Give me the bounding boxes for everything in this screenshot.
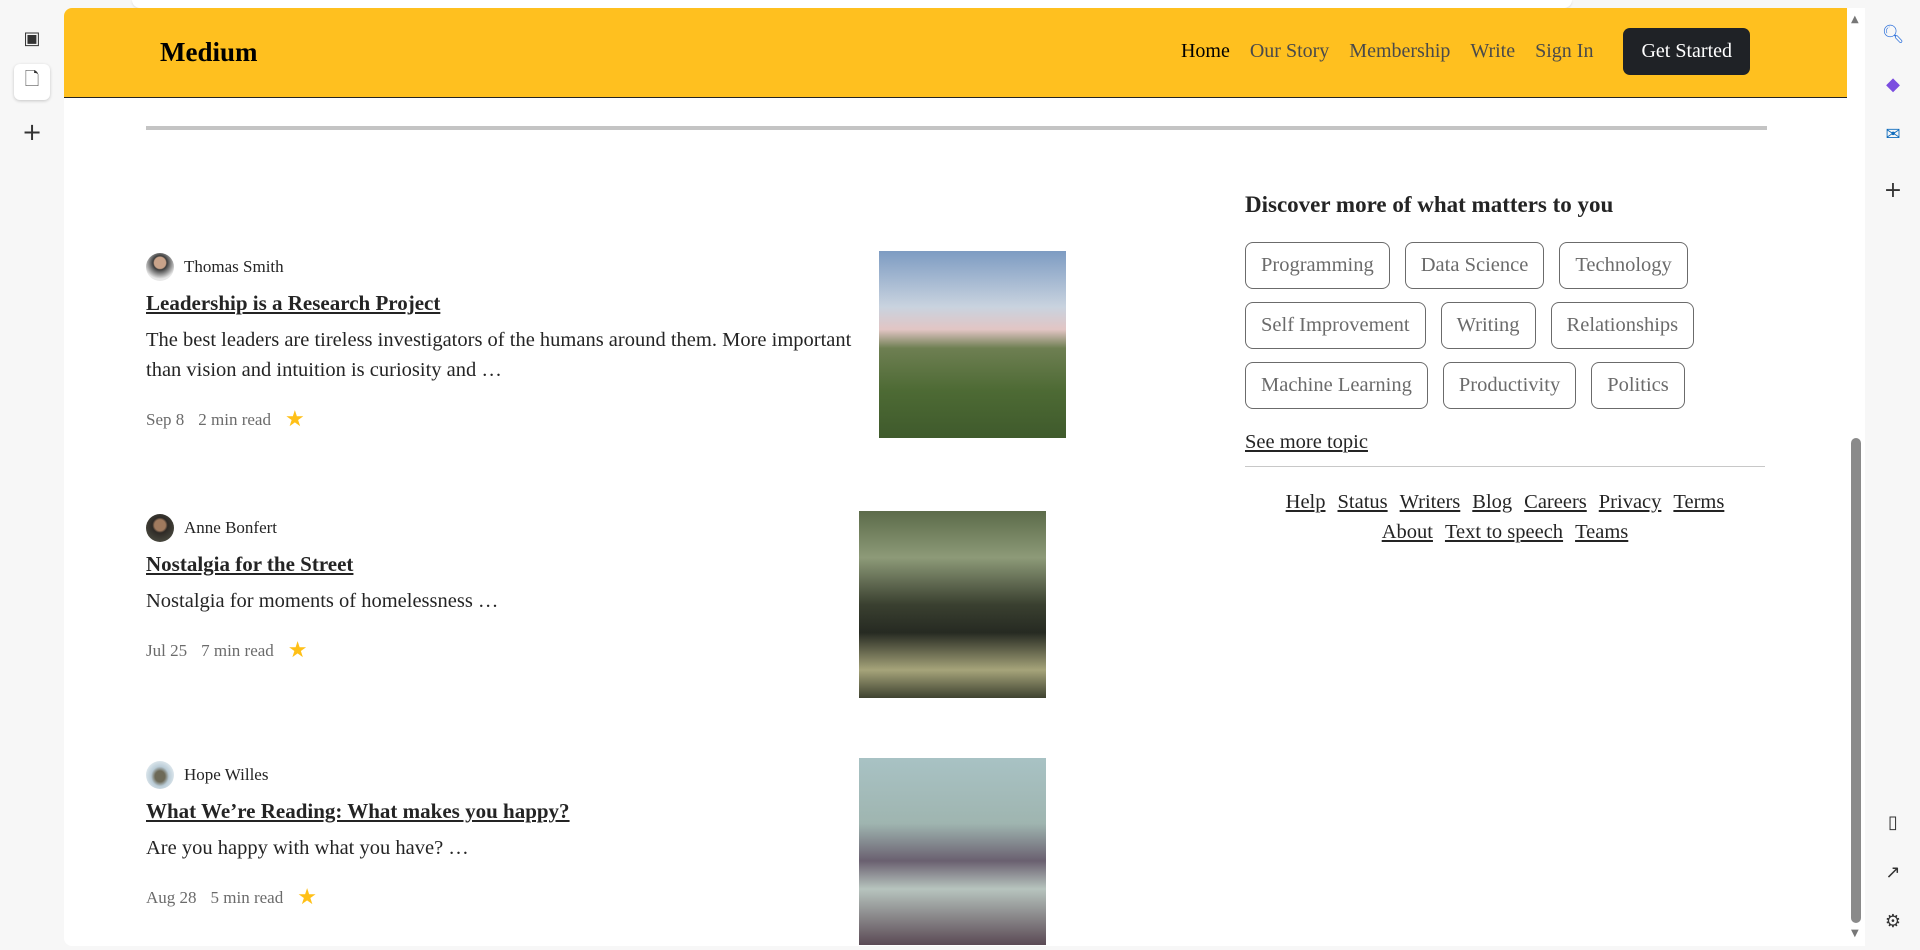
footer-links: Help Status Writers Blog Careers Privacy Terms… <box>1245 487 1765 547</box>
web-page: Medium Home Our Story Membership Write S… <box>64 8 1847 946</box>
article-item: Thomas Smith Leadership is a Research Pr… <box>146 253 866 432</box>
browser-right-sidebar: 🔍︎ ◆ ✉ + ▯ ↗ ⚙ <box>1866 0 1920 950</box>
article-description: Are you happy with what you have? … <box>146 837 469 859</box>
external-link-icon[interactable]: ↗ <box>1875 854 1911 890</box>
nav-home[interactable]: Home <box>1181 40 1230 63</box>
star-icon: ★ <box>297 885 317 910</box>
search-icon[interactable]: 🔍︎ <box>1875 16 1911 52</box>
article-item: Hope Willes What We’re Reading: What mak… <box>146 761 866 910</box>
scrollbar-thumb[interactable] <box>1851 438 1861 923</box>
topic-list: Programming Data Science Technology Self… <box>1245 242 1765 409</box>
outlook-icon[interactable]: ✉ <box>1875 116 1911 152</box>
article-date: Jul 25 <box>146 640 188 660</box>
article-title[interactable]: Nostalgia for the Street <box>146 552 866 577</box>
medium-logo[interactable]: Medium <box>160 37 258 68</box>
author-name[interactable]: Thomas Smith <box>184 257 284 277</box>
divider <box>1245 466 1765 467</box>
read-time: 7 min read <box>201 640 274 660</box>
article-thumbnail[interactable] <box>859 758 1046 945</box>
add-plus-icon[interactable]: + <box>1875 172 1911 208</box>
address-bar-edge <box>132 0 1572 8</box>
site-header: Medium Home Our Story Membership Write S… <box>64 8 1847 98</box>
footer-terms[interactable]: Terms <box>1673 491 1724 513</box>
article-item: Anne Bonfert Nostalgia for the Street No… <box>146 514 866 663</box>
nav-sign-in[interactable]: Sign In <box>1535 40 1593 63</box>
star-icon: ★ <box>284 407 305 432</box>
read-time: 2 min read <box>198 409 271 429</box>
topic-chip[interactable]: Self Improvement <box>1245 302 1426 349</box>
topic-chip[interactable]: Writing <box>1440 302 1536 349</box>
footer-blog[interactable]: Blog <box>1472 491 1512 513</box>
article-date: Sep 8 <box>146 409 185 429</box>
topic-chip[interactable]: Machine Learning <box>1245 362 1428 409</box>
topic-chip[interactable]: Data Science <box>1404 242 1545 289</box>
right-column: Discover more of what matters to you Pro… <box>1245 192 1765 547</box>
get-started-button[interactable]: Get Started <box>1623 28 1750 75</box>
footer-about[interactable]: About <box>1382 521 1433 543</box>
article-description: Nostalgia for moments of homelessness … <box>146 590 499 612</box>
scroll-down-arrow-icon[interactable]: ▼ <box>1851 928 1859 939</box>
top-nav: Home Our Story Membership Write Sign In … <box>1181 28 1750 75</box>
nav-membership[interactable]: Membership <box>1349 40 1450 63</box>
browser-left-sidebar: ▣ 🗋 + <box>0 0 64 950</box>
topic-chip[interactable]: Relationships <box>1550 302 1695 349</box>
divider <box>146 126 1767 130</box>
article-thumbnail[interactable] <box>859 511 1046 698</box>
footer-writers[interactable]: Writers <box>1400 491 1461 513</box>
sidebar-toggle-icon[interactable]: ▯ <box>1875 804 1911 840</box>
footer-privacy[interactable]: Privacy <box>1599 491 1662 513</box>
read-time: 5 min read <box>210 887 284 907</box>
settings-gear-icon[interactable]: ⚙ <box>1875 903 1911 939</box>
author-avatar[interactable] <box>146 514 174 542</box>
article-thumbnail[interactable] <box>879 251 1066 438</box>
page-tab-icon[interactable]: 🗋 <box>14 64 50 100</box>
author-name[interactable]: Hope Willes <box>184 765 268 785</box>
article-title[interactable]: Leadership is a Research Project <box>146 291 866 316</box>
star-icon: ★ <box>287 638 308 663</box>
discover-heading: Discover more of what matters to you <box>1245 192 1614 217</box>
nav-our-story[interactable]: Our Story <box>1250 40 1329 63</box>
topic-chip[interactable]: Programming <box>1245 242 1390 289</box>
tab-panel-icon[interactable]: ▣ <box>14 20 50 56</box>
author-avatar[interactable] <box>146 253 174 281</box>
article-date: Aug 28 <box>146 887 197 907</box>
nav-write[interactable]: Write <box>1470 40 1515 63</box>
topic-chip[interactable]: Technology <box>1559 242 1688 289</box>
footer-help[interactable]: Help <box>1286 491 1326 513</box>
author-avatar[interactable] <box>146 761 174 789</box>
topic-chip[interactable]: Productivity <box>1442 362 1577 409</box>
footer-status[interactable]: Status <box>1338 491 1388 513</box>
scrollbar[interactable]: ▲ ▼ <box>1847 8 1865 946</box>
topic-chip[interactable]: Politics <box>1591 362 1685 409</box>
footer-teams[interactable]: Teams <box>1575 521 1628 543</box>
article-description: The best leaders are tireless investigat… <box>146 329 852 381</box>
see-more-topic-link[interactable]: See more topic <box>1245 431 1368 454</box>
footer-text-to-speech[interactable]: Text to speech <box>1445 521 1563 543</box>
author-name[interactable]: Anne Bonfert <box>184 518 277 538</box>
article-title[interactable]: What We’re Reading: What makes you happy… <box>146 799 866 824</box>
scroll-up-arrow-icon[interactable]: ▲ <box>1851 14 1859 25</box>
new-tab-plus-icon[interactable]: + <box>14 114 50 150</box>
footer-careers[interactable]: Careers <box>1524 491 1587 513</box>
copilot-icon[interactable]: ◆ <box>1875 66 1911 102</box>
